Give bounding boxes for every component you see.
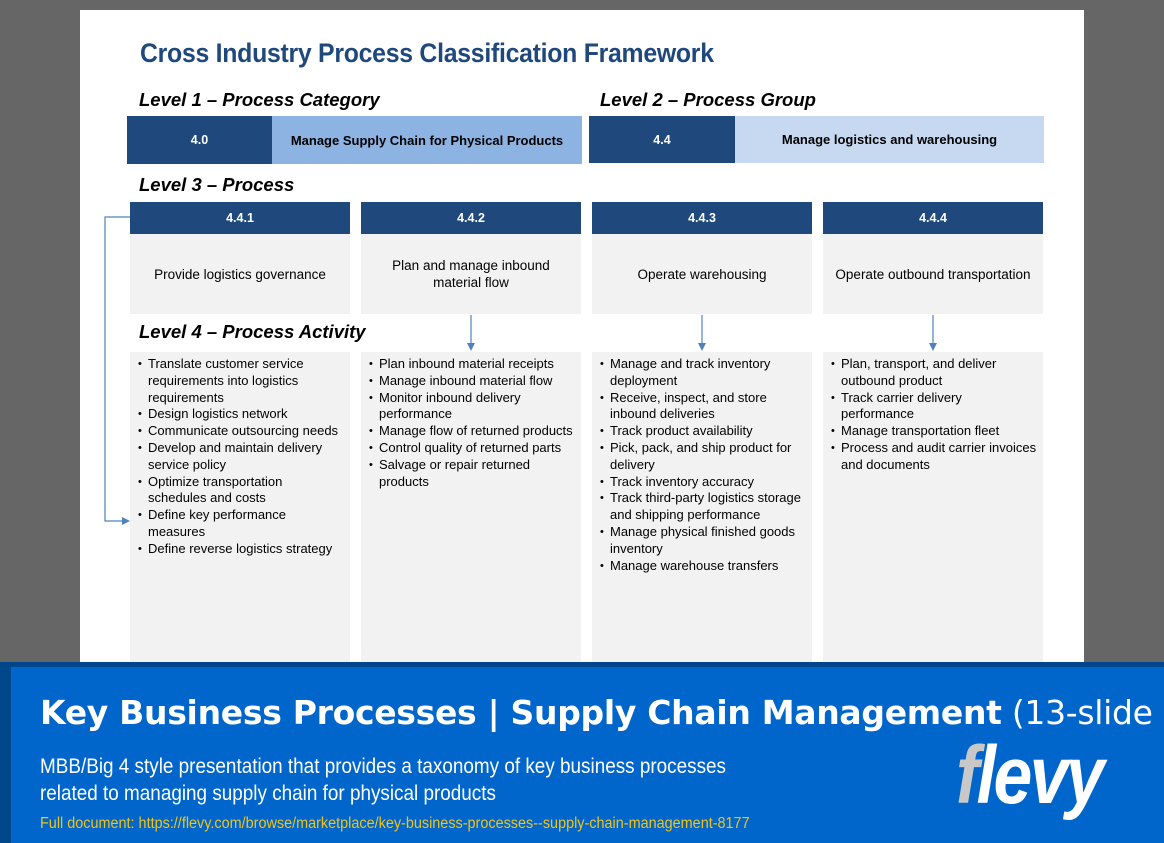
level1-name: Manage Supply Chain for Physical Product… [272,116,582,164]
level2-name: Manage logistics and warehousing [735,116,1044,163]
process-code-4-4-3: 4.4.3 [592,202,812,234]
process-name-4-4-1: Provide logistics governance [130,234,350,314]
activity-box-4-4-4: Plan, transport, and deliver outbound pr… [823,352,1043,670]
banner-description: MBB/Big 4 style presentation that provid… [40,755,727,805]
activity-item: Communicate outsourcing needs [138,423,344,440]
activity-item: Manage and track inventory deployment [600,356,806,390]
connector-4-4-1 [104,216,130,525]
activity-item: Pick, pack, and ship product for deliver… [600,440,806,474]
level3-heading: Level 3 – Process [139,174,295,195]
activity-item: Manage flow of returned products [369,423,575,440]
activity-item: Track third-party logistics storage and … [600,490,806,524]
activity-item: Receive, inspect, and store inbound deli… [600,390,806,424]
activity-item: Manage transportation fleet [831,423,1037,440]
full-document-link[interactable]: Full document: https://flevy.com/browse/… [40,815,750,833]
process-code-4-4-1: 4.4.1 [130,202,350,234]
promo-banner-inner: Key Business Processes | Supply Chain Ma… [11,667,1164,843]
activity-item: Plan inbound material receipts [369,356,575,373]
flevy-logo[interactable]: flevy [956,735,1105,817]
activity-list-4-4-2: Plan inbound material receiptsManage inb… [369,356,575,490]
activity-item: Track product availability [600,423,806,440]
activity-item: Manage physical finished goods inventory [600,524,806,558]
logo-letter-f: f [956,730,979,821]
activity-item: Manage warehouse transfers [600,558,806,575]
logo-letters: levy [976,730,1105,821]
activity-box-4-4-1: Translate customer service requirements … [130,352,350,670]
banner-title-suffix: (13-slide PowerPoint presentation (PPTX)… [1011,693,1164,732]
process-name-4-4-4: Operate outbound transportation [823,234,1043,314]
activity-list-4-4-4: Plan, transport, and deliver outbound pr… [831,356,1037,474]
activity-item: Optimize transportation schedules and co… [138,474,344,508]
activity-item: Salvage or repair returned products [369,457,575,491]
activity-item: Translate customer service requirements … [138,356,344,406]
banner-title-main: Key Business Processes | Supply Chain Ma… [40,693,1002,732]
banner-title: Key Business Processes | Supply Chain Ma… [40,693,1164,732]
activity-item: Process and audit carrier invoices and d… [831,440,1037,474]
level2-heading: Level 2 – Process Group [600,89,816,110]
activity-list-4-4-1: Translate customer service requirements … [138,356,344,558]
activity-item: Develop and maintain delivery service po… [138,440,344,474]
level1-code: 4.0 [127,116,272,164]
promo-banner: Key Business Processes | Supply Chain Ma… [0,662,1164,843]
activity-item: Design logistics network [138,406,344,423]
activity-list-4-4-3: Manage and track inventory deploymentRec… [600,356,806,574]
process-code-4-4-4: 4.4.4 [823,202,1043,234]
activity-item: Define reverse logistics strategy [138,541,344,558]
activity-box-4-4-2: Plan inbound material receiptsManage inb… [361,352,581,670]
activity-item: Manage inbound material flow [369,373,575,390]
activity-box-4-4-3: Manage and track inventory deploymentRec… [592,352,812,670]
process-name-4-4-3: Operate warehousing [592,234,812,314]
activity-item: Define key performance measures [138,507,344,541]
level4-heading: Level 4 – Process Activity [139,321,366,342]
process-name-4-4-2: Plan and manage inbound material flow [361,234,581,314]
slide: Cross Industry Process Classification Fr… [80,10,1084,670]
level1-heading: Level 1 – Process Category [139,89,380,110]
activity-item: Monitor inbound delivery performance [369,390,575,424]
activity-item: Track inventory accuracy [600,474,806,491]
activity-item: Track carrier delivery performance [831,390,1037,424]
level2-code: 4.4 [589,116,735,163]
activity-item: Plan, transport, and deliver outbound pr… [831,356,1037,390]
process-code-4-4-2: 4.4.2 [361,202,581,234]
slide-title: Cross Industry Process Classification Fr… [140,38,714,68]
activity-item: Control quality of returned parts [369,440,575,457]
